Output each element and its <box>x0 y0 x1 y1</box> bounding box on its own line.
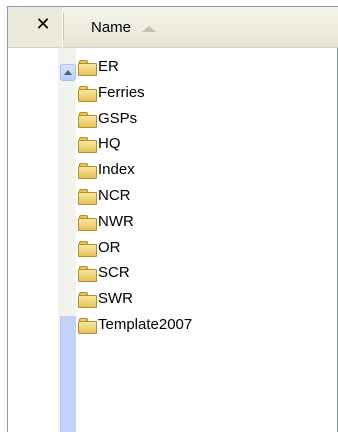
file-name: NCR <box>98 187 131 204</box>
list-item[interactable]: Template2007 <box>78 314 336 338</box>
file-name: Index <box>98 161 135 178</box>
list-item[interactable]: ER <box>78 56 336 80</box>
file-name: GSPs <box>98 110 138 127</box>
list-item[interactable]: SCR <box>78 262 336 286</box>
file-name: Ferries <box>98 84 145 101</box>
name-column-label: Name <box>91 19 132 36</box>
file-name: SCR <box>98 264 130 281</box>
folder-icon <box>78 266 97 282</box>
list-item[interactable]: SWR <box>78 288 336 312</box>
folder-icon <box>78 318 97 334</box>
close-pane-header: ✕ <box>8 7 62 48</box>
file-list: ER Ferries GSPs HQ Index NCR NWR OR SCR SWR Templa… <box>78 56 336 432</box>
scroll-up-button[interactable] <box>60 64 76 81</box>
folder-body-shape <box>78 115 97 128</box>
folder-icon <box>78 86 97 102</box>
list-item[interactable]: NCR <box>78 185 336 209</box>
list-item[interactable]: OR <box>78 237 336 261</box>
list-item[interactable]: HQ <box>78 133 336 157</box>
file-name: ER <box>98 58 119 75</box>
folder-body-shape <box>78 166 97 179</box>
list-item[interactable]: GSPs <box>78 108 336 132</box>
file-name: NWR <box>98 213 134 230</box>
list-item[interactable]: NWR <box>78 211 336 235</box>
close-icon[interactable]: ✕ <box>35 16 51 34</box>
frame-left-border <box>7 6 8 432</box>
scroll-thumb[interactable] <box>60 316 76 432</box>
folder-body-shape <box>78 244 97 257</box>
explorer-pane: ✕ Name ER Ferries GSPs HQ Index NCR NWR OR SCR SW… <box>0 0 338 432</box>
folder-icon <box>78 189 97 205</box>
folder-body-shape <box>78 218 97 231</box>
file-name: Template2007 <box>98 316 193 333</box>
folder-icon <box>78 292 97 308</box>
folder-icon <box>78 241 97 257</box>
file-name: HQ <box>98 135 121 152</box>
folder-icon <box>78 60 97 76</box>
column-separator[interactable] <box>63 13 64 41</box>
folder-body-shape <box>78 63 97 76</box>
file-name: SWR <box>98 290 133 307</box>
list-item[interactable]: Index <box>78 159 336 183</box>
vertical-scrollbar[interactable] <box>58 48 76 432</box>
folder-body-shape <box>78 295 97 308</box>
folder-body-shape <box>78 269 97 282</box>
list-item[interactable]: Ferries <box>78 82 336 106</box>
folder-body-shape <box>78 192 97 205</box>
folder-body-shape <box>78 321 97 334</box>
folder-icon <box>78 215 97 231</box>
folder-icon <box>78 112 97 128</box>
file-name: OR <box>98 239 121 256</box>
folder-icon <box>78 137 97 153</box>
chevron-up-icon <box>64 70 72 75</box>
folder-body-shape <box>78 89 97 102</box>
folder-body-shape <box>78 140 97 153</box>
folder-icon <box>78 163 97 179</box>
sort-ascending-icon <box>142 26 156 32</box>
name-column-header[interactable]: Name <box>62 7 338 48</box>
